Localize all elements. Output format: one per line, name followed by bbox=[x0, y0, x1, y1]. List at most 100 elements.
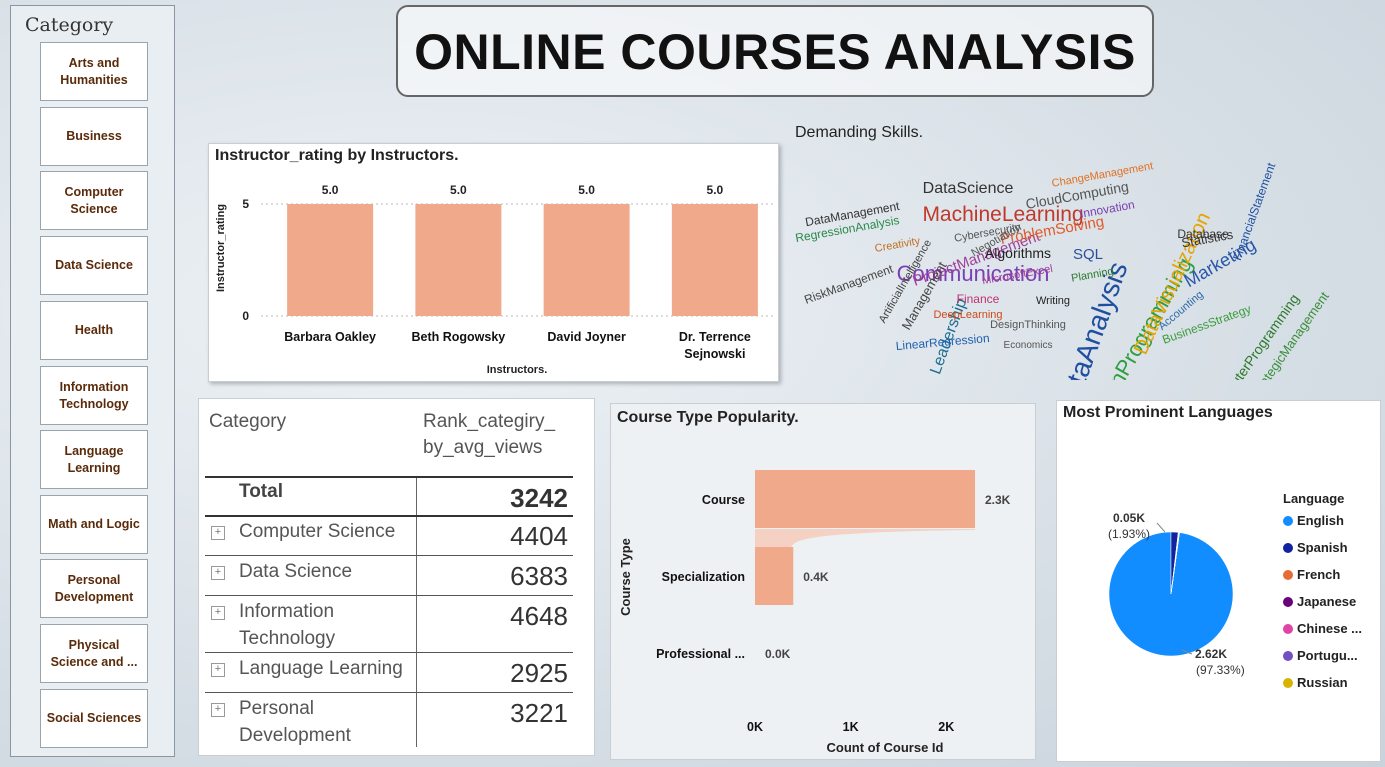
y-axis-label: Course Type bbox=[618, 538, 633, 616]
table-row-value: 2925 bbox=[510, 658, 568, 688]
total-label: Total bbox=[239, 481, 283, 502]
bar-value-label: 0.0K bbox=[765, 647, 791, 661]
expand-row-button[interactable]: + bbox=[211, 526, 225, 540]
expand-row-button[interactable]: + bbox=[211, 703, 225, 717]
table-header-rank-line1: Rank_categiry_ bbox=[423, 411, 556, 432]
slicer-item[interactable]: Math and Logic bbox=[40, 495, 148, 554]
legend-item[interactable]: Portugu... bbox=[1283, 648, 1358, 663]
slicer-item[interactable]: Health bbox=[40, 301, 148, 360]
x-tick-label: Sejnowski bbox=[684, 347, 745, 361]
x-tick-label: 2K bbox=[938, 720, 954, 734]
legend-swatch bbox=[1283, 597, 1293, 607]
slice-label: (97.33%) bbox=[1196, 663, 1245, 677]
category-line: Technology bbox=[239, 628, 336, 649]
wordcloud-canvas: DataAnalysisPythonProgrammingMachineLear… bbox=[794, 160, 1332, 380]
bar-value-label: 2.3K bbox=[985, 493, 1011, 507]
bar-value-label: 0.4K bbox=[803, 570, 829, 584]
course-type-plot: Course 2.3K Specialization 0.4K Professional… bbox=[618, 470, 1011, 755]
bar bbox=[543, 204, 630, 316]
wordcloud-word: Finance bbox=[957, 292, 1000, 306]
row-divider bbox=[205, 692, 573, 693]
legend-item[interactable]: Russian bbox=[1283, 675, 1348, 690]
expand-row-button[interactable]: + bbox=[211, 606, 225, 620]
x-tick-label: Barbara Oakley bbox=[284, 330, 376, 344]
category-rank-table: Category Rank_categiry_ by_avg_views Tot… bbox=[198, 398, 595, 756]
category-line: Computer Science bbox=[239, 521, 396, 542]
slicer-title: Category bbox=[25, 14, 114, 36]
bar bbox=[755, 547, 794, 605]
table-header-category[interactable]: Category bbox=[209, 409, 286, 435]
bar-value-label: 5.0 bbox=[450, 183, 467, 197]
wordcloud-word: Database bbox=[1177, 227, 1229, 241]
legend-swatch bbox=[1283, 624, 1293, 634]
bar bbox=[755, 470, 975, 528]
slicer-item[interactable]: Language Learning bbox=[40, 430, 148, 489]
legend-label: Portugu... bbox=[1297, 648, 1358, 663]
legend-label: English bbox=[1297, 513, 1344, 528]
slicer-item[interactable]: Data Science bbox=[40, 236, 148, 295]
legend-item[interactable]: Japanese bbox=[1283, 594, 1356, 609]
legend-swatch bbox=[1283, 516, 1293, 526]
skills-wordcloud[interactable]: Demanding Skills. DataAnalysis PythonProg… bbox=[788, 118, 1383, 380]
bar bbox=[415, 204, 502, 316]
legend-item[interactable]: Spanish bbox=[1283, 540, 1348, 555]
dashboard-title-box: ONLINE COURSES ANALYSIS bbox=[396, 5, 1154, 97]
row-divider bbox=[205, 652, 573, 653]
x-tick-label: 1K bbox=[843, 720, 859, 734]
table-row-category: Information Technology bbox=[239, 598, 335, 652]
category-line: Language Learning bbox=[239, 658, 403, 679]
bar-value-label: 5.0 bbox=[707, 183, 724, 197]
bar-value-label: 5.0 bbox=[578, 183, 595, 197]
y-axis-label: Instructor_rating bbox=[215, 204, 227, 292]
table-row-category: Personal Development bbox=[239, 695, 351, 749]
instructor-rating-chart[interactable]: Instructor_rating by Instructors. 5 0 Inst… bbox=[208, 143, 779, 382]
bar-value-label: 5.0 bbox=[322, 183, 339, 197]
y-tick-label: Professional ... bbox=[656, 647, 745, 661]
slicer-item[interactable]: Physical Science and ... bbox=[40, 624, 148, 683]
slice-label: 2.62K bbox=[1195, 647, 1227, 661]
category-line: Personal bbox=[239, 698, 314, 719]
wordcloud-word: Economics bbox=[1004, 340, 1053, 351]
y-tick-label: Course bbox=[702, 493, 745, 507]
legend-label: Spanish bbox=[1297, 540, 1348, 555]
slicer-item[interactable]: Computer Science bbox=[40, 171, 148, 230]
page-title: ONLINE COURSES ANALYSIS bbox=[414, 24, 1136, 80]
legend-item[interactable]: English bbox=[1283, 513, 1344, 528]
course-type-chart[interactable]: Course Type Popularity. Course 2.3K Specia… bbox=[610, 403, 1036, 760]
category-line: Data Science bbox=[239, 561, 353, 582]
bar-shadow bbox=[755, 529, 975, 549]
label-leader bbox=[1156, 522, 1166, 533]
table-row-category: Data Science bbox=[239, 558, 352, 585]
table-row-category: Language Learning bbox=[239, 655, 403, 682]
table-row-value: 6383 bbox=[510, 561, 568, 591]
slicer-item[interactable]: Personal Development bbox=[40, 559, 148, 618]
languages-pie-chart[interactable]: Most Prominent Languages 0.05K (1.93%) 2.6… bbox=[1056, 400, 1381, 762]
x-axis-label: Instructors. bbox=[487, 364, 548, 376]
table-header-rank[interactable]: Rank_categiry_ by_avg_views bbox=[423, 409, 555, 461]
table-row-value: 4648 bbox=[510, 601, 568, 631]
wordcloud-word: DesignThinking bbox=[990, 319, 1066, 331]
row-divider bbox=[205, 555, 573, 556]
legend-swatch bbox=[1283, 651, 1293, 661]
wordcloud-word: Writing bbox=[1036, 295, 1070, 307]
x-tick-label: David Joyner bbox=[547, 330, 626, 344]
slicer-item[interactable]: Business bbox=[40, 107, 148, 166]
bar bbox=[287, 204, 374, 316]
slicer-item[interactable]: Social Sciences bbox=[40, 689, 148, 748]
slicer-item[interactable]: Information Technology bbox=[40, 366, 148, 425]
legend-swatch bbox=[1283, 678, 1293, 688]
expand-row-button[interactable]: + bbox=[211, 566, 225, 580]
slicer-item[interactable]: Arts and Humanities bbox=[40, 42, 148, 101]
instructor-chart-plot: 5 0 Instructor_rating 5.0 Barbara Oakley 5.0 B… bbox=[215, 183, 774, 376]
legend-label: Japanese bbox=[1297, 594, 1357, 609]
legend-item[interactable]: French bbox=[1283, 567, 1340, 582]
legend-label: French bbox=[1297, 567, 1341, 582]
bar bbox=[671, 204, 758, 316]
x-tick-label: Dr. Terrence bbox=[679, 330, 751, 344]
category-line: Information bbox=[239, 601, 335, 622]
y-tick-label: 5 bbox=[242, 197, 249, 211]
legend-swatch bbox=[1283, 543, 1293, 553]
expand-row-button[interactable]: + bbox=[211, 663, 225, 677]
legend-item[interactable]: Chinese ... bbox=[1283, 621, 1362, 636]
legend-swatch bbox=[1283, 570, 1293, 580]
